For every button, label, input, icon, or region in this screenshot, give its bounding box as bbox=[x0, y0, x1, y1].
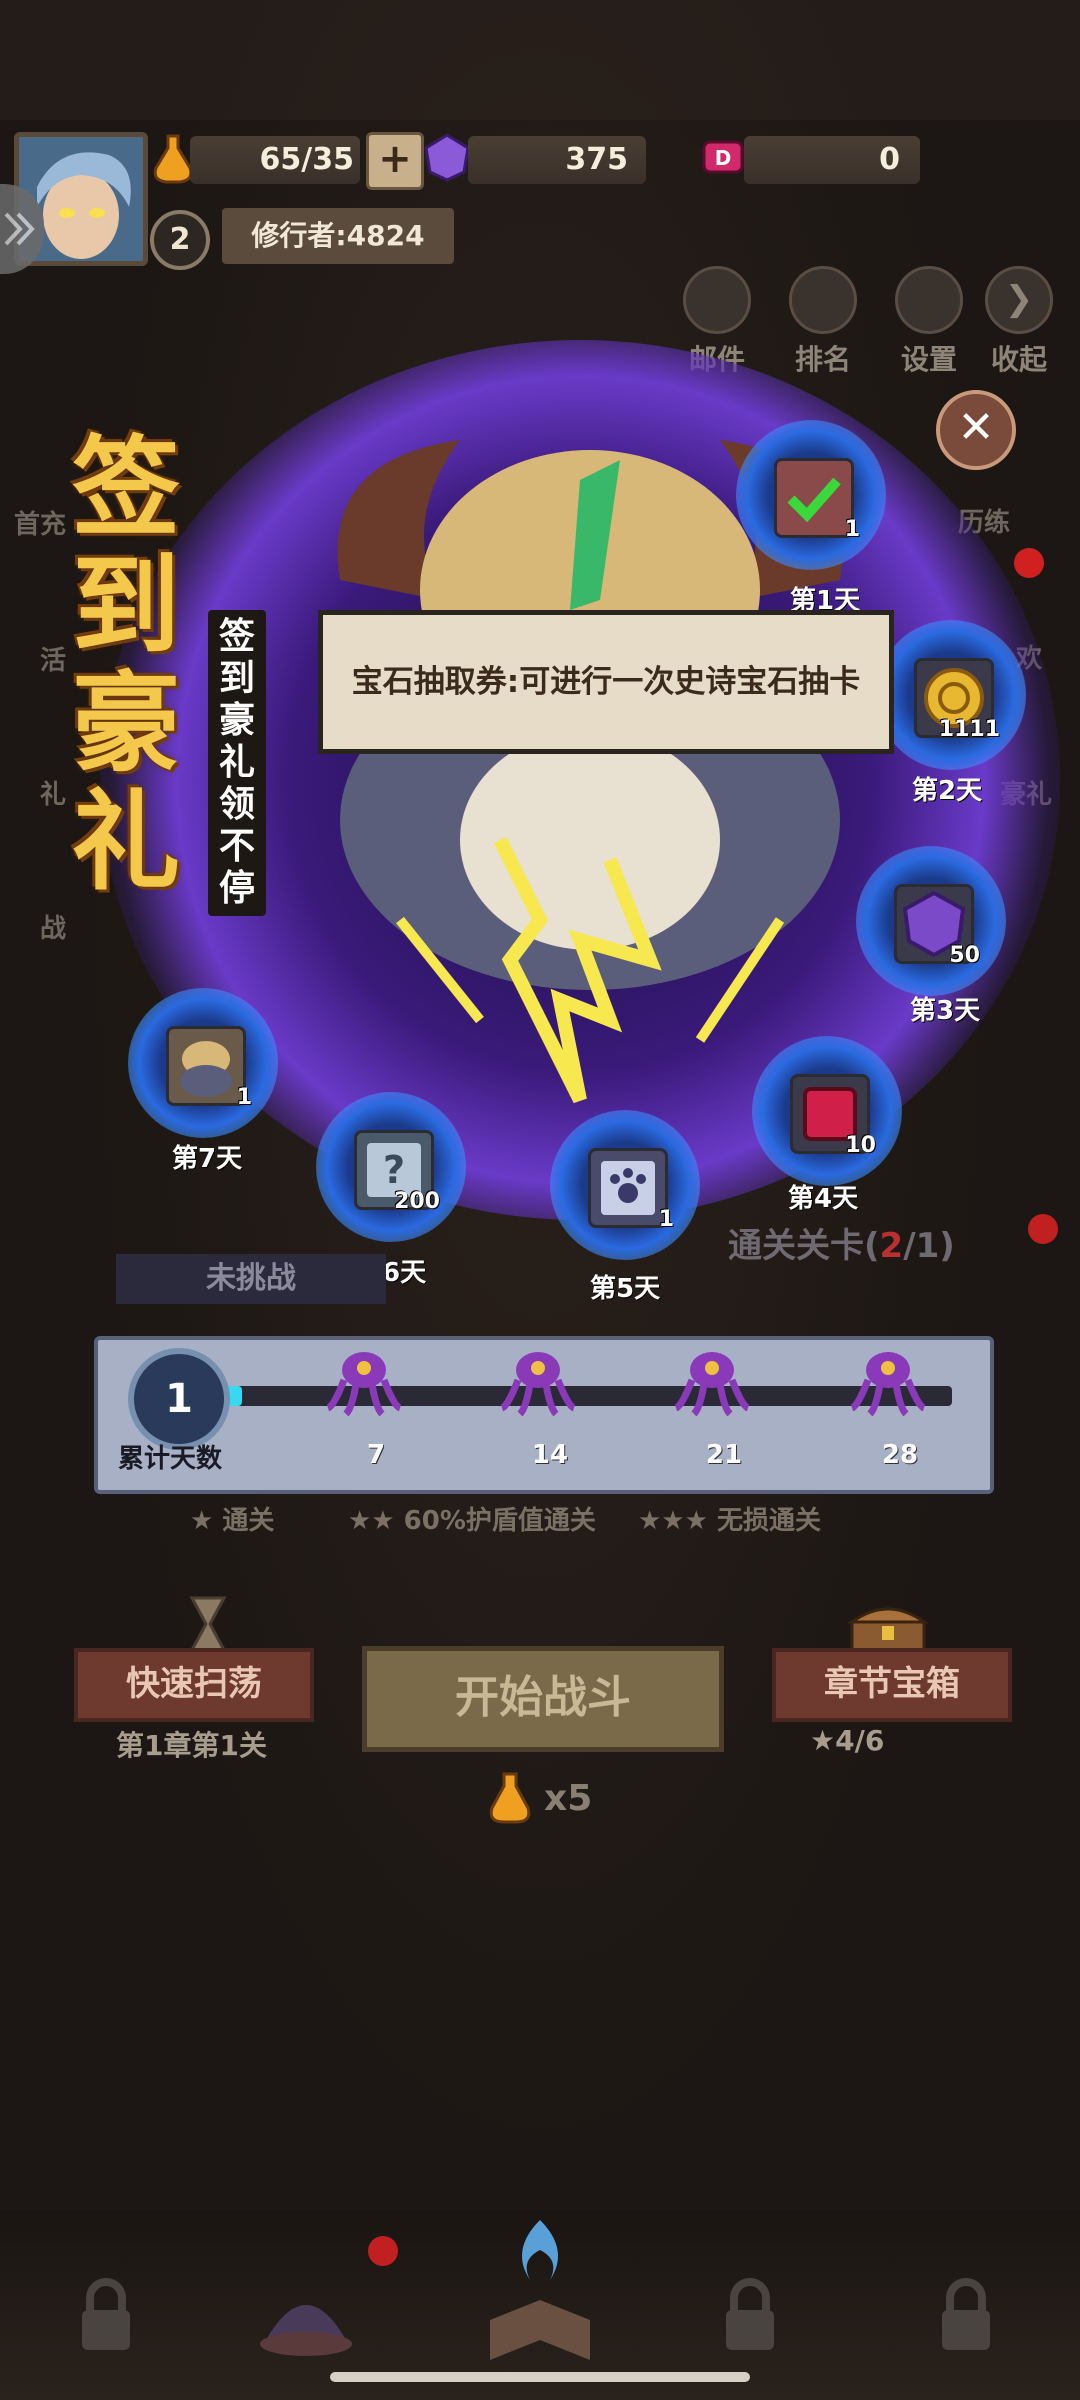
reward-count: 10 bbox=[845, 1133, 876, 1158]
octopus-reward-icon[interactable] bbox=[848, 1346, 928, 1417]
milestone-label: 7 bbox=[366, 1440, 386, 1470]
day-2-reward[interactable]: 1111 bbox=[876, 620, 1026, 770]
day-3-label: 第3天 bbox=[910, 996, 981, 1026]
paw-scroll-icon bbox=[588, 1148, 668, 1228]
stage-clear-label: 通关关卡( bbox=[728, 1226, 880, 1266]
hero-portrait-icon bbox=[166, 1026, 246, 1106]
settings-button[interactable]: 设置 bbox=[884, 266, 974, 378]
day-5-reward[interactable]: 1 bbox=[550, 1110, 700, 1260]
start-battle-button[interactable]: 开始战斗 bbox=[362, 1646, 724, 1752]
ranking-label: 排名 bbox=[794, 343, 851, 376]
activity-label[interactable]: 活 bbox=[40, 640, 66, 677]
collapse-label: 收起 bbox=[990, 343, 1047, 376]
event-subtitle: 签到豪礼领不停 bbox=[208, 610, 266, 916]
svg-text:?: ? bbox=[383, 1148, 405, 1192]
cumulative-days-label: 累计天数 bbox=[118, 1444, 223, 1474]
quick-sweep-button[interactable]: 快速扫荡 bbox=[74, 1648, 314, 1722]
nav-battle[interactable] bbox=[480, 2200, 600, 2360]
chest-progress-value: 4/6 bbox=[835, 1724, 885, 1757]
purple-gem-icon bbox=[422, 132, 472, 182]
day-6-reward[interactable]: ? 200 bbox=[316, 1092, 466, 1242]
add-energy-button[interactable]: + bbox=[366, 132, 424, 190]
nav-talent-lock[interactable] bbox=[906, 2260, 1026, 2380]
player-name: 修行者:4824 bbox=[222, 208, 454, 264]
milestone-label: 21 bbox=[705, 1440, 743, 1470]
gem-ticket-icon bbox=[774, 458, 854, 538]
day-5-label: 第5天 bbox=[590, 1274, 661, 1304]
day-4-reward[interactable]: 10 bbox=[752, 1036, 902, 1186]
sweep-stage-label: 第1章第1关 bbox=[116, 1729, 267, 1762]
stage-clear-total: /1) bbox=[903, 1226, 955, 1266]
home-indicator[interactable] bbox=[330, 2372, 750, 2382]
day-7-reward[interactable]: 1 bbox=[128, 988, 278, 1138]
reward-count: 200 bbox=[394, 1189, 440, 1214]
battle-pass-label[interactable]: 战 bbox=[40, 908, 66, 945]
day-3-reward[interactable]: 50 bbox=[856, 846, 1006, 996]
nav-outfit-lock[interactable] bbox=[690, 2260, 810, 2380]
nav-badge bbox=[368, 2236, 398, 2266]
milestone-label: 28 bbox=[881, 1440, 919, 1470]
gear-icon bbox=[895, 266, 963, 334]
ticket-icon: D bbox=[698, 132, 748, 182]
current-day-counter: 1 bbox=[128, 1348, 230, 1450]
side-drawer-tab[interactable] bbox=[0, 184, 44, 274]
star-condition-label: 通关 bbox=[222, 1506, 275, 1536]
day-1-reward[interactable]: 1 bbox=[736, 420, 886, 570]
star-condition-1: ★ 通关 bbox=[190, 1500, 274, 1537]
day-2-label: 第2天 bbox=[912, 776, 983, 806]
svg-text:D: D bbox=[715, 146, 732, 170]
settings-label: 设置 bbox=[900, 343, 957, 376]
player-level-badge: 2 bbox=[150, 210, 210, 270]
nav-chapter-lock[interactable] bbox=[46, 2260, 166, 2380]
battle-cost: x5 bbox=[544, 1778, 593, 1819]
star-icon: ★ bbox=[810, 1724, 836, 1757]
chapter-chest-button[interactable]: 章节宝箱 bbox=[772, 1648, 1012, 1722]
first-recharge-label[interactable]: 首充 bbox=[14, 504, 66, 541]
challenge-status: 未挑战 bbox=[116, 1254, 386, 1304]
reward-count: 50 bbox=[949, 943, 980, 968]
reward-tooltip: 宝石抽取券:可进行一次史诗宝石抽卡 bbox=[318, 610, 894, 754]
star-condition-3: ★★★ 无损通关 bbox=[638, 1500, 821, 1537]
collapse-button[interactable]: ❯ 收起 bbox=[974, 266, 1064, 378]
mail-icon bbox=[683, 266, 751, 334]
star-condition-2: ★★ 60%护盾值通关 bbox=[348, 1500, 596, 1537]
reward-count: 1111 bbox=[938, 717, 1000, 742]
hourglass-icon bbox=[186, 1594, 230, 1654]
chest-progress: ★4/6 bbox=[810, 1724, 884, 1757]
stage-clear-current: 2 bbox=[879, 1226, 904, 1266]
reward-count: 1 bbox=[236, 1085, 252, 1110]
stage-clear-info: 通关关卡(2/1) bbox=[728, 1218, 955, 1267]
energy-value: 65/35 bbox=[259, 142, 354, 177]
day-7-label: 第7天 bbox=[172, 1144, 243, 1174]
potion-icon bbox=[488, 1770, 532, 1826]
notification-dot bbox=[1028, 1214, 1058, 1244]
octopus-reward-icon[interactable] bbox=[324, 1346, 404, 1417]
day-4-label: 第4天 bbox=[788, 1184, 859, 1214]
collapse-arrow-icon: ❯ bbox=[985, 266, 1053, 334]
gems-value: 375 bbox=[565, 142, 628, 177]
notification-dot bbox=[1014, 548, 1044, 578]
star-icon: ★★★ bbox=[638, 1506, 717, 1536]
reward-count: 1 bbox=[658, 1207, 674, 1232]
event-title: 签到豪礼 bbox=[72, 426, 181, 905]
star-icon: ★★ bbox=[348, 1506, 404, 1536]
star-condition-label: 无损通关 bbox=[716, 1506, 821, 1536]
octopus-reward-icon[interactable] bbox=[672, 1346, 752, 1417]
close-event-button[interactable]: ✕ bbox=[936, 390, 1016, 470]
reward-count: 1 bbox=[844, 517, 860, 542]
nav-partner[interactable] bbox=[246, 2260, 366, 2380]
medal-icon bbox=[789, 266, 857, 334]
star-condition-label: 60%护盾值通关 bbox=[403, 1506, 596, 1536]
octopus-reward-icon[interactable] bbox=[498, 1346, 578, 1417]
star-icon: ★ bbox=[190, 1506, 223, 1536]
milestone-label: 14 bbox=[531, 1440, 569, 1470]
gift-label[interactable]: 礼 bbox=[40, 774, 66, 811]
tickets-value: 0 bbox=[879, 142, 900, 177]
ranking-button[interactable]: 排名 bbox=[778, 266, 868, 378]
